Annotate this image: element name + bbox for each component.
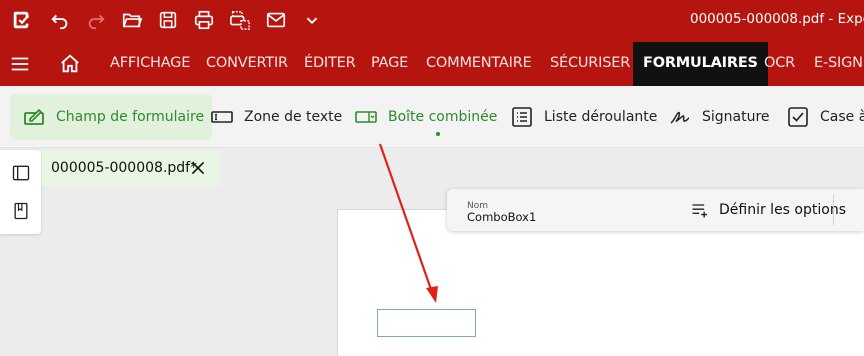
combo-box-button[interactable]: Boîte combinée [352, 94, 497, 140]
document-tab-filename: 000005-000008.pdf* [51, 160, 198, 176]
field-properties-toolbar: Nom ComboBox1 Définir les options [447, 189, 864, 231]
toolbar-divider [833, 195, 834, 225]
menu-securiser[interactable]: SÉCURISER [550, 40, 630, 86]
checkbox-button[interactable]: Case à [784, 94, 864, 140]
menu-page[interactable]: PAGE [371, 40, 408, 86]
signature-icon [666, 103, 694, 131]
field-name-input[interactable]: ComboBox1 [467, 210, 536, 224]
redo-icon[interactable] [82, 6, 110, 34]
active-indicator-dot [436, 132, 440, 136]
forms-ribbon: Champ de formulaire Zone de texte Boîte … [0, 86, 864, 148]
text-box-icon [208, 103, 236, 131]
print-icon[interactable] [190, 6, 218, 34]
menu-commentaire[interactable]: COMMENTAIRE [426, 40, 532, 86]
form-field-icon [20, 103, 48, 131]
save-icon[interactable] [154, 6, 182, 34]
checkbox-label: Case à [820, 109, 864, 125]
list-box-icon [508, 103, 536, 131]
home-icon[interactable] [58, 52, 82, 76]
thumbnails-panel-icon[interactable] [10, 162, 32, 184]
define-options-label: Définir les options [719, 202, 846, 218]
text-box-label: Zone de texte [244, 109, 343, 125]
signature-button[interactable]: Signature [666, 94, 770, 140]
undo-icon[interactable] [46, 6, 74, 34]
define-options-button[interactable]: Définir les options [689, 198, 846, 222]
combobox-form-field[interactable] [377, 309, 476, 337]
hamburger-menu-icon[interactable] [8, 52, 32, 76]
scan-icon[interactable] [226, 6, 254, 34]
menu-esign[interactable]: E-SIGN [814, 40, 863, 86]
email-icon[interactable] [262, 6, 290, 34]
combo-box-icon [352, 103, 380, 131]
form-field-button[interactable]: Champ de formulaire [10, 94, 213, 140]
menu-affichage[interactable]: AFFICHAGE [110, 40, 190, 86]
title-bar: 000005-000008.pdf - Expe [0, 0, 864, 40]
app-logo-icon[interactable] [8, 6, 36, 34]
menu-bar: AFFICHAGE CONVERTIR ÉDITER PAGE COMMENTA… [0, 40, 864, 86]
window-title: 000005-000008.pdf - Expe [690, 11, 864, 27]
menu-formulaires[interactable]: FORMULAIRES [633, 42, 768, 86]
list-box-button[interactable]: Liste déroulante [508, 94, 657, 140]
side-panel [0, 150, 41, 234]
list-add-icon [689, 199, 711, 221]
combo-box-label: Boîte combinée [388, 109, 498, 125]
menu-convertir[interactable]: CONVERTIR [206, 40, 288, 86]
signature-label: Signature [702, 109, 770, 125]
menu-editer[interactable]: ÉDITER [304, 40, 356, 86]
open-folder-icon[interactable] [118, 6, 146, 34]
form-field-label: Champ de formulaire [56, 109, 205, 125]
close-icon[interactable] [188, 158, 208, 178]
chevron-down-icon[interactable] [298, 6, 326, 34]
menu-ocr[interactable]: OCR [764, 40, 795, 86]
document-tab[interactable]: 000005-000008.pdf* [42, 150, 220, 186]
list-box-label: Liste déroulante [544, 109, 658, 125]
checkbox-icon [784, 103, 812, 131]
text-box-button[interactable]: Zone de texte [208, 94, 342, 140]
bookmark-panel-icon[interactable] [10, 200, 32, 222]
